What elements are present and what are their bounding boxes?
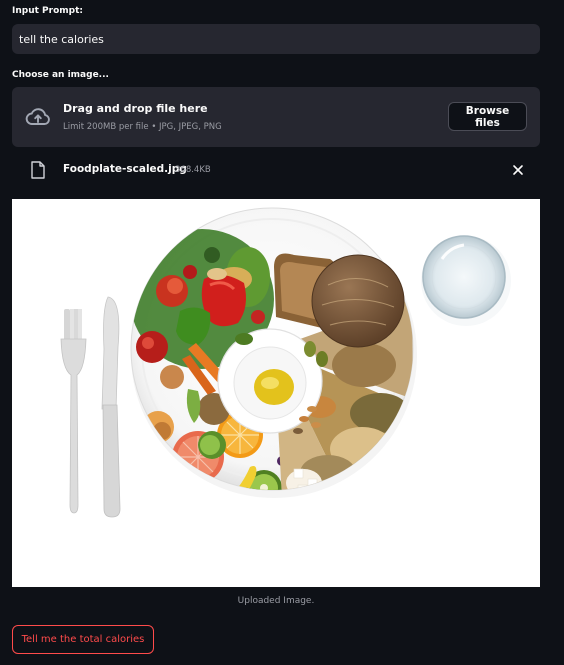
browse-files-button[interactable]: Browse files [448,102,527,131]
app-page: Input Prompt: Choose an image... Drag an… [0,0,564,665]
total-calories-button[interactable]: Tell me the total calories [12,625,154,654]
file-dropzone[interactable]: Drag and drop file here Limit 200MB per … [12,87,540,147]
uploaded-image [12,199,540,587]
cloud-upload-icon [25,108,50,125]
prompt-input[interactable] [12,24,540,54]
dropzone-limit-text: Limit 200MB per file • JPG, JPEG, PNG [63,122,222,132]
close-icon[interactable] [509,161,527,179]
dropzone-title: Drag and drop file here [63,102,208,115]
file-size: 368.4KB [175,165,211,175]
uploader-label: Choose an image... [12,70,109,80]
knife-icon [101,296,121,518]
file-name: Foodplate-scaled.jpg [63,163,187,175]
uploaded-file-item: Foodplate-scaled.jpg 368.4KB [12,157,540,183]
food-plate-illustration [60,207,511,518]
file-icon [31,161,45,179]
fork-icon [60,309,87,514]
prompt-label: Input Prompt: [12,6,83,16]
image-caption: Uploaded Image. [237,596,315,606]
